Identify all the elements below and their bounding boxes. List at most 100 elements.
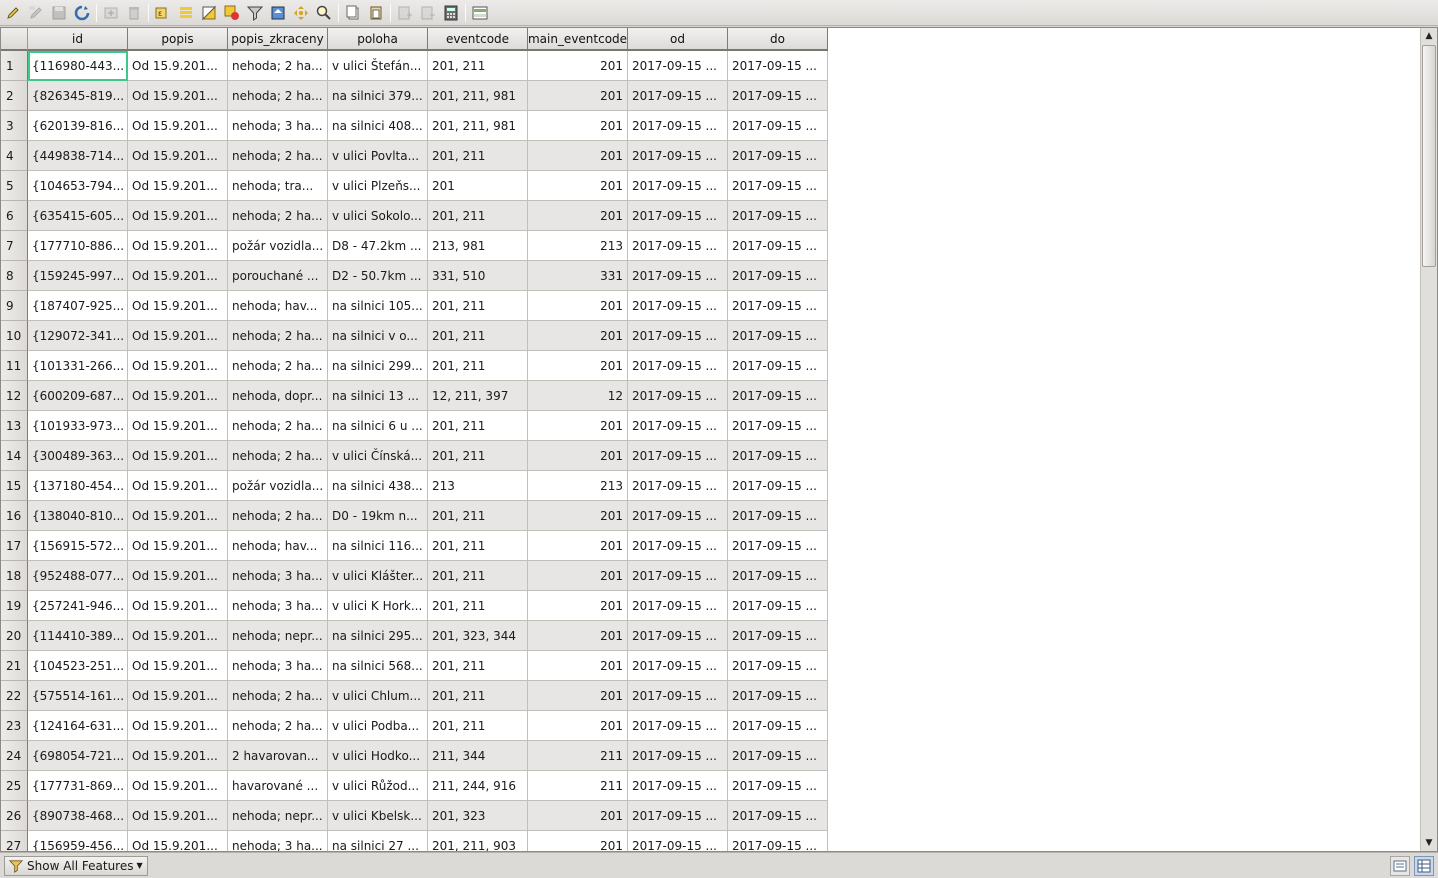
table-cell-popis[interactable]: Od 15.9.201... (128, 591, 228, 621)
table-cell-do[interactable]: 2017-09-15 ... (728, 441, 828, 471)
delete-field-button[interactable] (417, 2, 439, 24)
table-cell-popis-zkraceny[interactable]: nehoda; 2 ha... (228, 51, 328, 81)
table-cell-popis-zkraceny[interactable]: nehoda; 2 ha... (228, 411, 328, 441)
table-cell-od[interactable]: 2017-09-15 ... (628, 291, 728, 321)
table-cell-poloha[interactable]: na silnici 568... (328, 651, 428, 681)
table-cell-eventcode[interactable]: 331, 510 (428, 261, 528, 291)
table-cell-popis-zkraceny[interactable]: nehoda; hav... (228, 531, 328, 561)
table-row[interactable]: 4 {449838-714... Od 15.9.201... nehoda; 2 h… (1, 141, 828, 171)
table-cell-od[interactable]: 2017-09-15 ... (628, 711, 728, 741)
table-cell-od[interactable]: 2017-09-15 ... (628, 651, 728, 681)
table-cell-od[interactable]: 2017-09-15 ... (628, 681, 728, 711)
table-cell-od[interactable]: 2017-09-15 ... (628, 801, 728, 831)
table-view-button[interactable] (1414, 856, 1434, 876)
table-cell-popis-zkraceny[interactable]: porouchané ... (228, 261, 328, 291)
table-cell-do[interactable]: 2017-09-15 ... (728, 591, 828, 621)
table-cell-od[interactable]: 2017-09-15 ... (628, 321, 728, 351)
table-cell-eventcode[interactable]: 201, 211, 903 (428, 831, 528, 851)
table-cell-od[interactable]: 2017-09-15 ... (628, 141, 728, 171)
row-number-header[interactable]: 13 (1, 411, 28, 441)
table-cell-eventcode[interactable]: 201, 211 (428, 591, 528, 621)
table-cell-id[interactable]: {101331-266... (28, 351, 128, 381)
table-cell-popis[interactable]: Od 15.9.201... (128, 351, 228, 381)
table-cell-poloha[interactable]: v ulici Hodko... (328, 741, 428, 771)
table-cell-od[interactable]: 2017-09-15 ... (628, 531, 728, 561)
table-cell-eventcode[interactable]: 201 (428, 171, 528, 201)
table-cell-popis[interactable]: Od 15.9.201... (128, 681, 228, 711)
table-cell-do[interactable]: 2017-09-15 ... (728, 291, 828, 321)
table-cell-popis-zkraceny[interactable]: nehoda; 2 ha... (228, 351, 328, 381)
table-cell-popis[interactable]: Od 15.9.201... (128, 801, 228, 831)
table-cell-popis[interactable]: Od 15.9.201... (128, 171, 228, 201)
table-cell-eventcode[interactable]: 201, 211, 981 (428, 81, 528, 111)
table-cell-do[interactable]: 2017-09-15 ... (728, 771, 828, 801)
table-row[interactable]: 12 {600209-687... Od 15.9.201... nehoda, do… (1, 381, 828, 411)
toggle-edit-button[interactable] (2, 2, 24, 24)
table-cell-popis-zkraceny[interactable]: nehoda; hav... (228, 291, 328, 321)
table-row[interactable]: 2 {826345-819... Od 15.9.201... nehoda; 2 h… (1, 81, 828, 111)
table-cell-do[interactable]: 2017-09-15 ... (728, 201, 828, 231)
table-cell-poloha[interactable]: D2 - 50.7km ... (328, 261, 428, 291)
new-field-button[interactable] (394, 2, 416, 24)
zoom-to-selection-button[interactable] (313, 2, 335, 24)
table-cell-eventcode[interactable]: 201, 211 (428, 351, 528, 381)
table-cell-id[interactable]: {600209-687... (28, 381, 128, 411)
table-cell-main-eventcode[interactable]: 201 (528, 51, 628, 81)
table-row[interactable]: 24 {698054-721... Od 15.9.201... 2 havarova… (1, 741, 828, 771)
table-cell-popis-zkraceny[interactable]: 2 havarovan... (228, 741, 328, 771)
row-number-header[interactable]: 3 (1, 111, 28, 141)
table-cell-popis[interactable]: Od 15.9.201... (128, 441, 228, 471)
table-cell-popis[interactable]: Od 15.9.201... (128, 411, 228, 441)
table-cell-main-eventcode[interactable]: 201 (528, 171, 628, 201)
row-number-header[interactable]: 24 (1, 741, 28, 771)
table-cell-main-eventcode[interactable]: 12 (528, 381, 628, 411)
table-cell-popis[interactable]: Od 15.9.201... (128, 51, 228, 81)
column-header-id[interactable]: id (28, 28, 128, 51)
table-row[interactable]: 8 {159245-997... Od 15.9.201... porouchané … (1, 261, 828, 291)
table-row[interactable]: 26 {890738-468... Od 15.9.201... nehoda; ne… (1, 801, 828, 831)
reload-button[interactable] (71, 2, 93, 24)
save-edits-button[interactable] (48, 2, 70, 24)
table-cell-main-eventcode[interactable]: 201 (528, 141, 628, 171)
table-cell-popis-zkraceny[interactable]: nehoda; 3 ha... (228, 561, 328, 591)
table-cell-do[interactable]: 2017-09-15 ... (728, 81, 828, 111)
table-cell-do[interactable]: 2017-09-15 ... (728, 621, 828, 651)
table-cell-do[interactable]: 2017-09-15 ... (728, 411, 828, 441)
table-row[interactable]: 11 {101331-266... Od 15.9.201... nehoda; 2 … (1, 351, 828, 381)
table-cell-popis[interactable]: Od 15.9.201... (128, 231, 228, 261)
table-cell-eventcode[interactable]: 201, 211 (428, 561, 528, 591)
table-cell-popis-zkraceny[interactable]: požár vozidla... (228, 471, 328, 501)
table-row[interactable]: 13 {101933-973... Od 15.9.201... nehoda; 2 … (1, 411, 828, 441)
column-header-do[interactable]: do (728, 28, 828, 51)
pan-to-selection-button[interactable] (290, 2, 312, 24)
table-cell-do[interactable]: 2017-09-15 ... (728, 651, 828, 681)
table-cell-popis-zkraceny[interactable]: nehoda; 2 ha... (228, 501, 328, 531)
table-cell-do[interactable]: 2017-09-15 ... (728, 351, 828, 381)
row-number-header[interactable]: 11 (1, 351, 28, 381)
table-cell-do[interactable]: 2017-09-15 ... (728, 531, 828, 561)
table-cell-eventcode[interactable]: 201, 211 (428, 681, 528, 711)
table-cell-main-eventcode[interactable]: 201 (528, 201, 628, 231)
table-cell-id[interactable]: {116980-443... (28, 51, 128, 81)
table-cell-do[interactable]: 2017-09-15 ... (728, 681, 828, 711)
table-cell-do[interactable]: 2017-09-15 ... (728, 51, 828, 81)
table-cell-popis-zkraceny[interactable]: nehoda; 2 ha... (228, 711, 328, 741)
row-number-header[interactable]: 5 (1, 171, 28, 201)
table-cell-main-eventcode[interactable]: 201 (528, 411, 628, 441)
table-cell-eventcode[interactable]: 201, 211 (428, 651, 528, 681)
table-cell-od[interactable]: 2017-09-15 ... (628, 441, 728, 471)
table-cell-popis[interactable]: Od 15.9.201... (128, 141, 228, 171)
table-cell-do[interactable]: 2017-09-15 ... (728, 741, 828, 771)
table-cell-id[interactable]: {104653-794... (28, 171, 128, 201)
row-number-header[interactable]: 22 (1, 681, 28, 711)
table-cell-poloha[interactable]: v ulici Růžod... (328, 771, 428, 801)
table-cell-poloha[interactable]: v ulici Klášter... (328, 561, 428, 591)
table-cell-eventcode[interactable]: 213 (428, 471, 528, 501)
table-cell-main-eventcode[interactable]: 213 (528, 471, 628, 501)
row-number-header[interactable]: 16 (1, 501, 28, 531)
add-feature-button[interactable] (100, 2, 122, 24)
row-number-header[interactable]: 19 (1, 591, 28, 621)
table-row[interactable]: 20 {114410-389... Od 15.9.201... nehoda; ne… (1, 621, 828, 651)
table-cell-eventcode[interactable]: 201, 211 (428, 141, 528, 171)
table-cell-od[interactable]: 2017-09-15 ... (628, 411, 728, 441)
